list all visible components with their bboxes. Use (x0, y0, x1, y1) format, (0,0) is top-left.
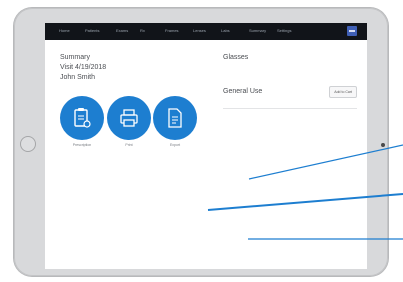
callout-line-top (248, 144, 403, 180)
callout-lines (207, 144, 403, 240)
callout-line-middle (207, 193, 403, 211)
